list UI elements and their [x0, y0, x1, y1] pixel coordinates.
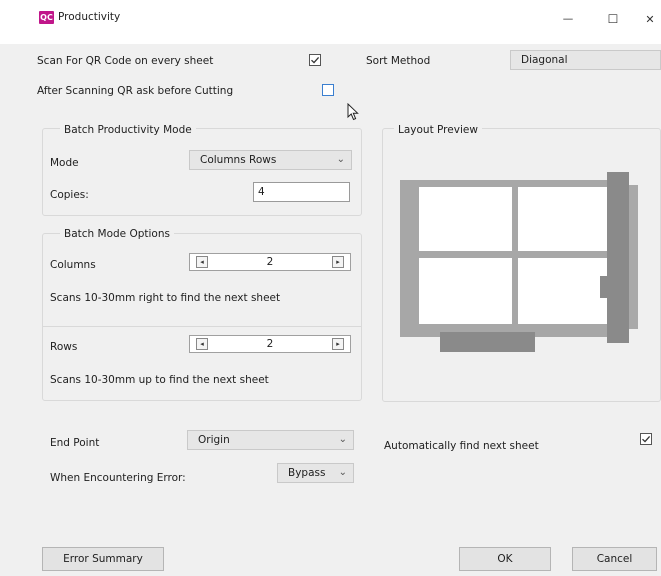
- error-handling-value: Bypass: [288, 467, 326, 479]
- divider: [43, 326, 361, 327]
- scan-qr-label: Scan For QR Code on every sheet: [37, 55, 214, 67]
- preview-sheet: [419, 258, 512, 324]
- ask-before-cutting-checkbox[interactable]: [322, 84, 334, 96]
- layout-preview-title: Layout Preview: [394, 123, 482, 137]
- ok-button[interactable]: OK: [459, 547, 551, 571]
- error-handling-dropdown[interactable]: Bypass ⌄: [277, 463, 354, 483]
- sort-method-value: Diagonal: [521, 54, 568, 66]
- cancel-button[interactable]: Cancel: [572, 547, 657, 571]
- columns-decrement-button[interactable]: ◂: [196, 256, 208, 268]
- error-summary-button[interactable]: Error Summary: [42, 547, 164, 571]
- rows-label: Rows: [50, 341, 78, 353]
- auto-find-label: Automatically find next sheet: [384, 440, 539, 452]
- mouse-cursor-icon: [347, 103, 359, 121]
- columns-label: Columns: [50, 259, 96, 271]
- rows-hint: Scans 10-30mm up to find the next sheet: [50, 374, 269, 386]
- batch-productivity-mode-title: Batch Productivity Mode: [60, 123, 196, 137]
- chevron-down-icon: ⌄: [336, 154, 345, 165]
- preview-sheet: [518, 258, 608, 324]
- layout-preview-base: [440, 332, 535, 352]
- layout-preview-gantry: [607, 172, 629, 343]
- ask-before-cutting-label: After Scanning QR ask before Cutting: [37, 85, 234, 97]
- layout-preview-head: [600, 276, 607, 298]
- rows-increment-button[interactable]: ▸: [332, 338, 344, 350]
- end-point-dropdown[interactable]: Origin ⌄: [187, 430, 354, 450]
- sort-method-dropdown[interactable]: Diagonal: [510, 50, 661, 70]
- copies-input[interactable]: 4: [253, 182, 350, 202]
- close-button[interactable]: ✕: [630, 4, 661, 34]
- batch-mode-options-title: Batch Mode Options: [60, 227, 174, 241]
- columns-stepper[interactable]: ◂ 2 ▸: [189, 253, 351, 271]
- check-icon: [311, 56, 320, 64]
- columns-value: 2: [266, 256, 274, 268]
- title-bar[interactable]: QC Productivity — ☐ ✕: [0, 0, 661, 44]
- scan-qr-checkbox[interactable]: [309, 54, 321, 66]
- window-title: Productivity: [58, 11, 121, 23]
- preview-sheet: [419, 187, 512, 251]
- error-handling-label: When Encountering Error:: [50, 472, 186, 484]
- minimize-button[interactable]: —: [548, 4, 588, 34]
- auto-find-checkbox[interactable]: [640, 433, 652, 445]
- preview-sheet: [518, 187, 608, 251]
- columns-hint: Scans 10-30mm right to find the next she…: [50, 292, 281, 304]
- columns-increment-button[interactable]: ▸: [332, 256, 344, 268]
- copies-label: Copies:: [50, 189, 89, 201]
- app-logo-icon: QC: [39, 11, 54, 24]
- batch-productivity-mode-group: [42, 128, 362, 216]
- sort-method-label: Sort Method: [366, 55, 431, 67]
- end-point-value: Origin: [198, 434, 230, 446]
- end-point-label: End Point: [50, 437, 100, 449]
- mode-label: Mode: [50, 157, 79, 169]
- maximize-button[interactable]: ☐: [593, 4, 633, 34]
- chevron-down-icon: ⌄: [338, 467, 347, 478]
- mode-dropdown[interactable]: Columns Rows ⌄: [189, 150, 352, 170]
- chevron-down-icon: ⌄: [338, 434, 347, 445]
- dialog-content: Scan For QR Code on every sheet After Sc…: [0, 44, 661, 576]
- rows-value: 2: [266, 338, 274, 350]
- mode-value: Columns Rows: [200, 154, 277, 166]
- rows-stepper[interactable]: ◂ 2 ▸: [189, 335, 351, 353]
- check-icon: [642, 435, 651, 443]
- rows-decrement-button[interactable]: ◂: [196, 338, 208, 350]
- layout-preview-rail: [629, 185, 638, 329]
